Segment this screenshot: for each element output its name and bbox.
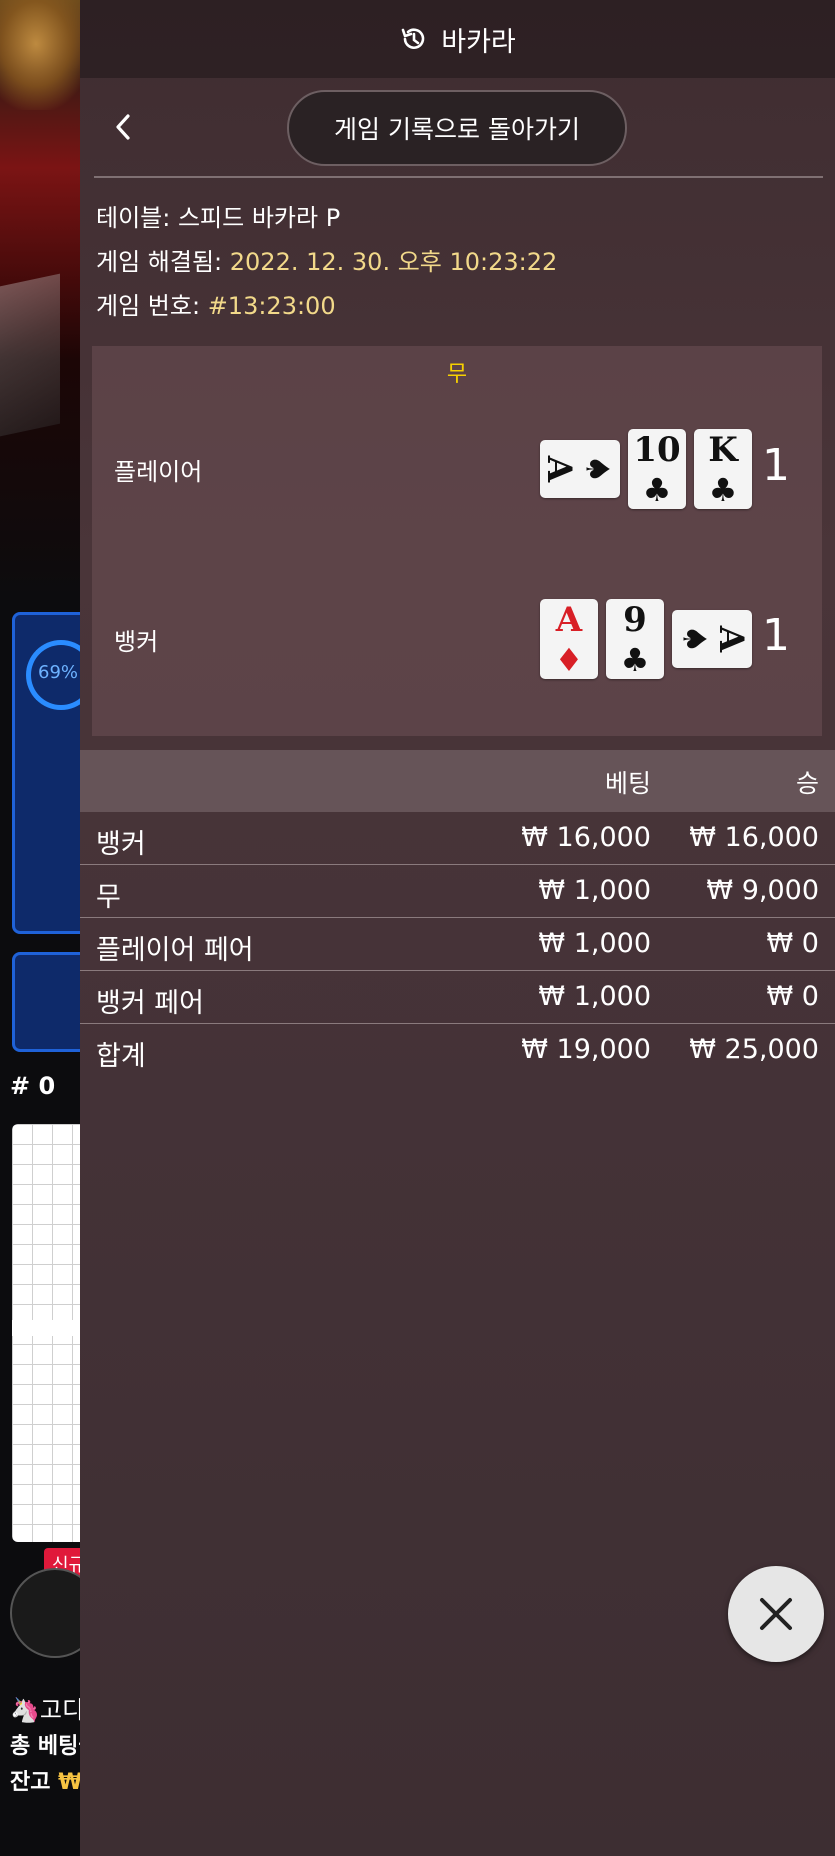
win-amount: ₩ 9,000 [706,875,819,906]
game-info: 테이블: 스피드 바카라 P 게임 해결됨: 2022. 12. 30. 오후 … [96,196,557,328]
balance-label: 잔고 [10,1770,51,1795]
card-diamond-ace: A ♦ [540,599,598,679]
table-row: 뱅커 ₩ 16,000 ₩ 16,000 [80,812,835,865]
betting-timer-label: 69% [38,662,79,683]
round-count: # 0 [10,1072,56,1100]
panel-header: 바카라 [80,0,835,78]
result-box: 무 플레이어 A ♠ 10 ♣ K ♣ 1 뱅커 A ♦ 9 ♣ A ♠ 1 [92,346,822,736]
table-image [0,273,60,437]
game-history-panel: 바카라 게임 기록으로 돌아가기 테이블: 스피드 바카라 P 게임 해결됨: … [80,0,835,1856]
game-number-label: 게임 번호: [96,292,201,320]
total-label: 합계 [96,1041,146,1072]
table-row: 무 ₩ 1,000 ₩ 9,000 [80,865,835,918]
back-button[interactable] [100,104,146,150]
divider [94,176,823,178]
table-label: 테이블: [96,204,171,232]
game-number-value: #13:23:00 [207,292,336,320]
close-icon [760,1598,792,1630]
bet-amount: ₩ 1,000 [538,981,651,1012]
player-label: 플레이어 [114,458,203,486]
panel-title: 바카라 [441,26,516,58]
bet-amount: ₩ 1,000 [538,928,651,959]
bet-name: 무 [96,882,121,913]
bet-name: 뱅커 [96,829,146,860]
win-amount: ₩ 0 [766,981,819,1012]
bet-amount: ₩ 1,000 [538,875,651,906]
game-number-info: 게임 번호: #13:23:00 [96,284,557,328]
resolved-label: 게임 해결됨: [96,248,223,276]
bet-amount: ₩ 16,000 [521,822,651,853]
total-bet-amount: ₩ 19,000 [521,1034,651,1065]
history-icon [399,24,429,54]
banker-score: 1 [762,610,790,661]
card-spade-ace: A ♠ [672,610,752,668]
player-score: 1 [762,440,790,491]
total-row: 합계 ₩ 19,000 ₩ 25,000 [80,1024,835,1077]
nav-row: 게임 기록으로 돌아가기 [80,78,835,178]
resolved-info: 게임 해결됨: 2022. 12. 30. 오후 10:23:22 [96,240,557,284]
table-row: 뱅커 페어 ₩ 1,000 ₩ 0 [80,971,835,1024]
bet-table: 뱅커 ₩ 16,000 ₩ 16,000 무 ₩ 1,000 ₩ 9,000 플… [80,812,835,1077]
chevron-left-icon [116,114,130,140]
column-header-win: 승 [795,769,819,798]
win-amount: ₩ 0 [766,928,819,959]
bet-table-header: 베팅 승 [80,750,835,812]
card-club-nine: 9 ♣ [606,599,664,679]
banker-cards: A ♦ 9 ♣ A ♠ [540,596,752,682]
win-amount: ₩ 16,000 [689,822,819,853]
card-spade-ace: A ♠ [539,440,620,498]
bet-name: 뱅커 페어 [96,988,204,1019]
table-info: 테이블: 스피드 바카라 P [96,196,557,240]
banker-label: 뱅커 [114,628,159,656]
resolved-value: 2022. 12. 30. 오후 10:23:22 [229,248,558,276]
table-value: 스피드 바카라 P [177,204,341,232]
card-club-ten: 10 ♣ [628,429,686,509]
card-club-king: K ♣ [694,429,752,509]
player-hand: 플레이어 A ♠ 10 ♣ K ♣ 1 [92,412,822,522]
player-cards: A ♠ 10 ♣ K ♣ [539,426,752,512]
bet-name: 플레이어 페어 [96,935,254,966]
table-row: 플레이어 페어 ₩ 1,000 ₩ 0 [80,918,835,971]
outcome-label: 무 [446,362,468,387]
close-button[interactable] [728,1566,824,1662]
return-to-history-button[interactable]: 게임 기록으로 돌아가기 [287,90,627,166]
banker-hand: 뱅커 A ♦ 9 ♣ A ♠ 1 [92,582,822,692]
total-win-amount: ₩ 25,000 [689,1034,819,1065]
column-header-bet: 베팅 [604,769,651,798]
chandelier-image [0,0,90,110]
